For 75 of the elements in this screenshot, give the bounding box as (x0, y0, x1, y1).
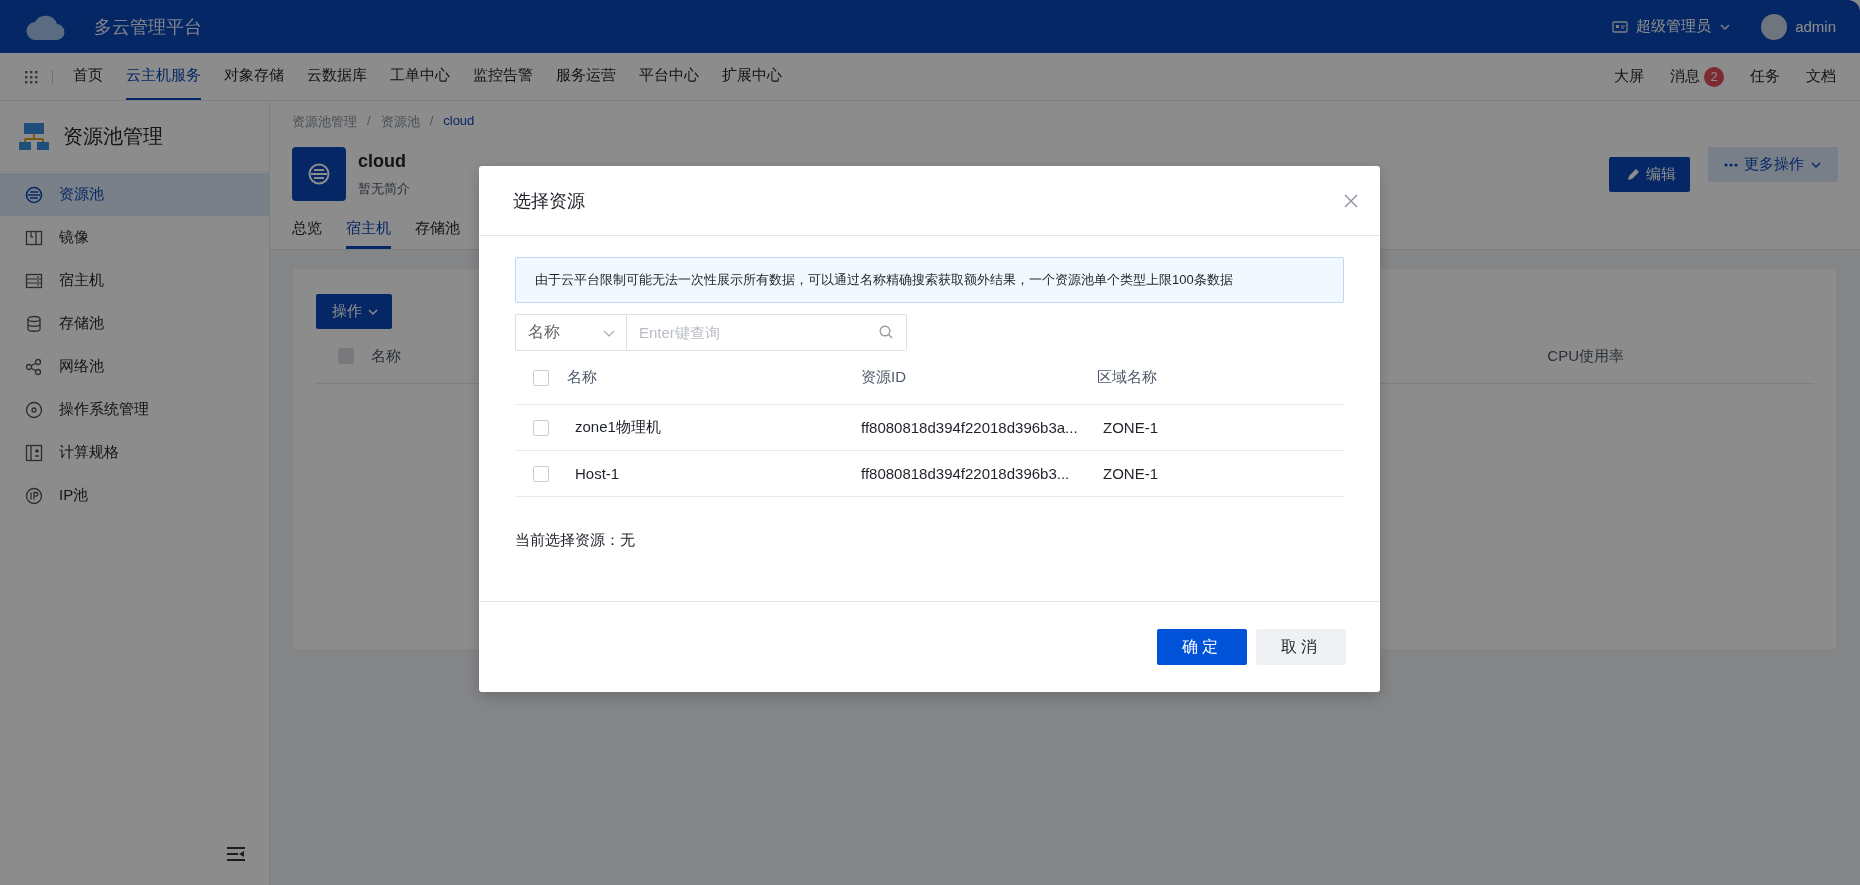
sidebar-title: 资源池管理 (63, 123, 163, 149)
nav-link[interactable]: 任务 (1750, 67, 1780, 86)
sidebar-item[interactable]: IP池 (0, 474, 269, 517)
sidebar-item[interactable]: 操作系统管理 (0, 388, 269, 431)
sidebar-item[interactable]: 宿主机 (0, 259, 269, 302)
network-tree-icon (19, 122, 49, 150)
id-card-icon (1612, 19, 1629, 34)
pool-name: cloud (358, 150, 407, 172)
user-name[interactable]: admin (1795, 18, 1836, 35)
sidebar-item[interactable]: 存储池 (0, 302, 269, 345)
dialog-title: 选择资源 (513, 189, 585, 213)
breadcrumb-separator: / (429, 113, 434, 130)
nav-tab[interactable]: 扩展中心 (722, 53, 782, 100)
column-header: 名称 (371, 346, 401, 366)
nav-link[interactable]: 大屏 (1614, 67, 1644, 86)
nav-link[interactable]: 文档 (1806, 67, 1836, 86)
nav-tab[interactable]: 工单中心 (390, 53, 450, 100)
table-cell-text: ZONE-1 (1102, 465, 1159, 482)
image-icon (25, 228, 43, 247)
field-select[interactable]: 名称 (515, 314, 627, 351)
search-icon (879, 325, 893, 339)
close-icon[interactable] (1344, 193, 1358, 208)
table-cell-text: ff8080818d394f22018d396b3... (861, 465, 1071, 482)
nav-tab[interactable]: 平台中心 (639, 53, 699, 100)
cancel-button[interactable]: 取消 (1256, 629, 1346, 665)
info-notice: 由于云平台限制可能无法一次性展示所有数据，可以通过名称精确搜索获取额外结果，一个资源池单个类型上限100条数据 (515, 257, 1344, 303)
more-dots-icon (1724, 162, 1738, 167)
page-tab[interactable]: 存储池 (415, 219, 460, 249)
page-tab[interactable]: 宿主机 (346, 219, 391, 249)
message-count-badge: 2 (1704, 66, 1724, 87)
row-checkbox[interactable] (533, 465, 549, 482)
pool-icon (307, 162, 331, 186)
apps-grid-icon[interactable] (24, 69, 38, 84)
share-nodes-icon (25, 357, 43, 376)
table-cell-text: ff8080818d394f22018d396b3a... (861, 419, 1079, 436)
nav-link[interactable]: 消息 (1670, 67, 1700, 86)
ip-icon (25, 486, 43, 505)
database-icon (25, 314, 43, 333)
user-avatar[interactable] (1761, 13, 1788, 40)
disc-icon (25, 400, 43, 419)
search-field[interactable]: Enter键查询 (627, 314, 907, 351)
sidebar-item[interactable]: 网络池 (0, 345, 269, 388)
app-title: 多云管理平台 (94, 15, 202, 39)
sidebar-item[interactable]: 镜像 (0, 216, 269, 259)
select-all-checkbox[interactable] (533, 369, 549, 386)
table-cell-text: ZONE-1 (1102, 419, 1159, 436)
breadcrumb-separator: / (367, 113, 371, 130)
more-actions-button[interactable]: 更多操作 (1708, 147, 1838, 182)
edit-button[interactable]: 编辑 (1609, 156, 1690, 192)
page-tab[interactable]: 总览 (292, 219, 322, 249)
breadcrumb-link[interactable]: cloud (443, 113, 475, 131)
actions-dropdown-button[interactable]: 操作 (316, 294, 392, 329)
pool-description: 暂无简介 (358, 179, 410, 198)
column-header: CPU使用率 (1547, 346, 1624, 366)
column-header: 名称 (567, 368, 598, 387)
role-dropdown[interactable]: 超级管理员 (1636, 17, 1712, 36)
server-icon (25, 271, 43, 290)
nav-tab[interactable]: 首页 (73, 53, 103, 100)
column-header: 区域名称 (1097, 368, 1158, 387)
row-checkbox[interactable] (533, 419, 549, 436)
confirm-button[interactable]: 确定 (1157, 629, 1247, 665)
pool-icon (25, 185, 43, 204)
grid-panel-icon (25, 443, 43, 462)
nav-tab[interactable]: 监控告警 (473, 53, 533, 100)
column-header: 资源ID (861, 368, 907, 387)
nav-tab[interactable]: 服务运营 (556, 53, 616, 100)
table-cell-text: zone1物理机 (574, 418, 662, 437)
pencil-icon (1627, 167, 1640, 181)
collapse-menu-icon[interactable] (227, 847, 245, 861)
selection-summary: 当前选择资源：无 (515, 531, 636, 550)
table-cell-text: Host-1 (574, 465, 621, 482)
nav-tab[interactable]: 云数据库 (307, 53, 367, 100)
sidebar-item[interactable]: 资源池 (0, 173, 269, 216)
nav-tab[interactable]: 对象存储 (224, 53, 284, 100)
sidebar-item[interactable]: 计算规格 (0, 431, 269, 474)
